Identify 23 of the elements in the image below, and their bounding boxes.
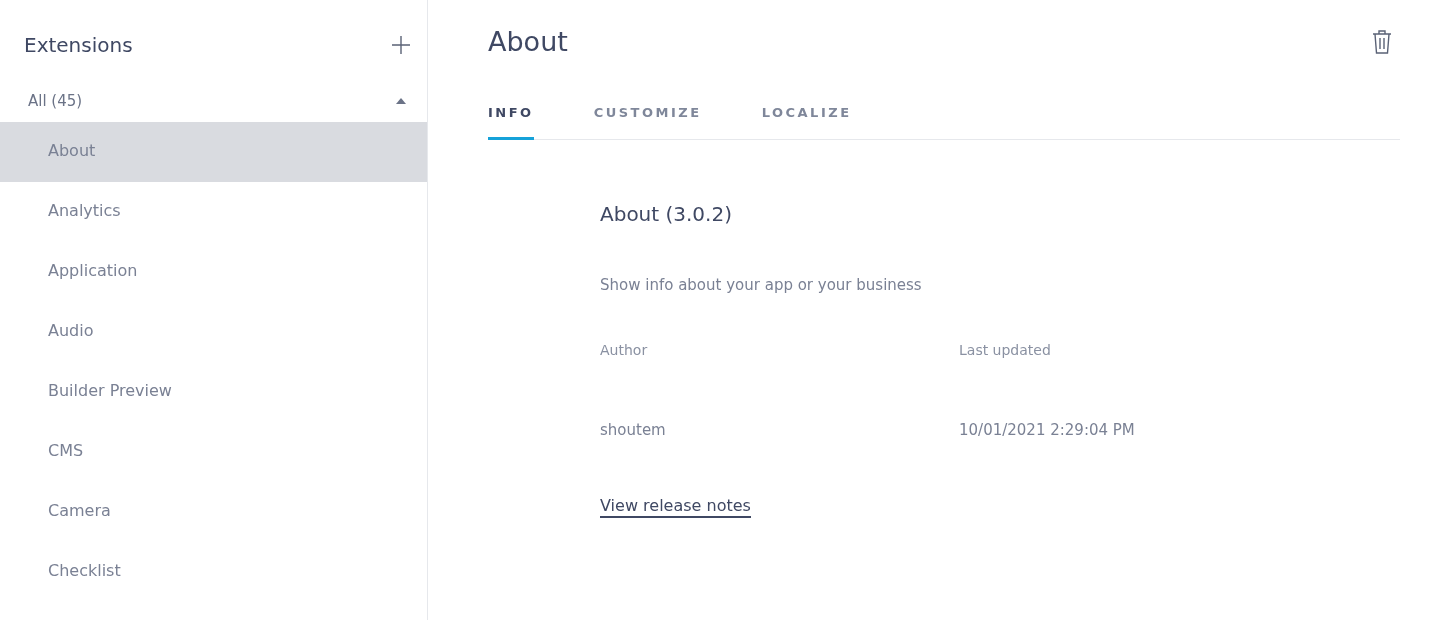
extension-heading: About (3.0.2) [600,202,733,226]
field-label: Author [600,342,649,358]
add-icon[interactable] [391,35,411,55]
sidebar-item[interactable]: Application [0,242,427,302]
field-label: Last updated [959,342,1052,358]
extension-description: Show info about your app or your business [600,276,923,294]
sidebar-title: Extensions [24,33,133,57]
field-value: 10/01/2021 2:29:04 PM [959,421,1136,439]
tab[interactable]: INFO [488,105,534,140]
trash-icon[interactable] [1372,28,1392,55]
field-value: shoutem [600,421,667,439]
tab[interactable]: LOCALIZE [761,105,852,140]
sidebar-item[interactable]: CMS [0,422,427,482]
sidebar-item[interactable]: Checklist [0,542,427,602]
sidebar-item[interactable]: Builder Preview [0,362,427,422]
sidebar-item[interactable]: About [0,122,427,182]
page-title: About [488,26,568,57]
tab[interactable]: CUSTOMIZE [593,105,702,140]
release-notes-link[interactable]: View release notes [600,496,751,518]
sidebar-item[interactable]: Analytics [0,182,427,242]
sidebar-item[interactable]: Audio [0,302,427,362]
sidebar-item[interactable]: Camera [0,482,427,542]
filter-dropdown[interactable]: All (45) [0,80,427,122]
